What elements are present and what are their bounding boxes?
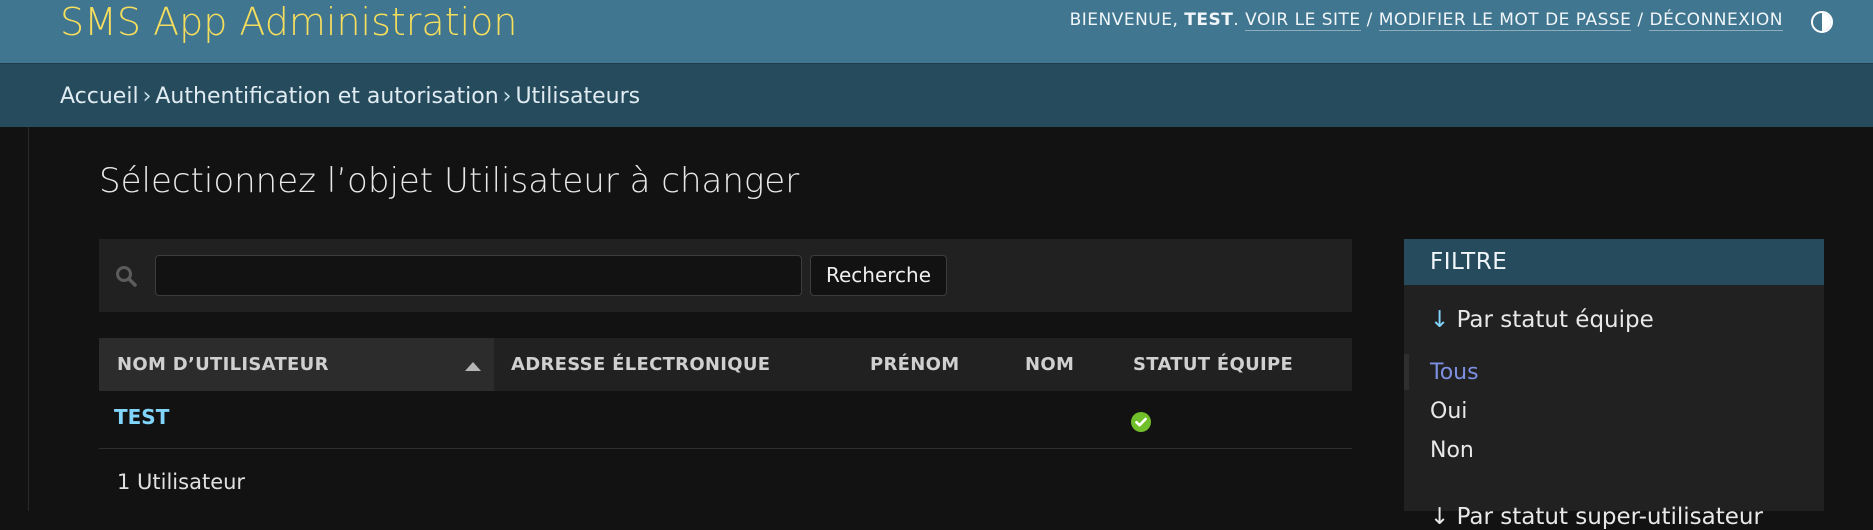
filter-option-no[interactable]: Non — [1430, 438, 1474, 463]
page-title: Sélectionnez l’objet Utilisateur à chang… — [99, 161, 800, 201]
username-link[interactable]: TEST — [114, 405, 169, 429]
search-icon — [116, 266, 137, 287]
half-circle-icon — [1822, 13, 1831, 31]
sort-ascending-icon[interactable] — [465, 362, 481, 371]
breadcrumb-separator: › — [142, 84, 152, 109]
breadcrumb-separator: › — [502, 84, 512, 109]
separator: / — [1366, 10, 1373, 30]
filter-group-title-next[interactable]: ↓ Par statut super-utilisateur — [1430, 504, 1763, 530]
filter-group-title[interactable]: ↓ Par statut équipe — [1430, 307, 1654, 333]
search-toolbar: Recherche — [99, 239, 1352, 312]
user-tools: BIENVENUE, TEST. VOIR LE SITE / MODIFIER… — [1069, 10, 1783, 31]
search-button[interactable]: Recherche — [810, 255, 947, 296]
column-header-first-name[interactable]: PRÉNOM — [870, 338, 959, 391]
change-password-link[interactable]: MODIFIER LE MOT DE PASSE — [1378, 10, 1632, 31]
filter-option-all[interactable]: Tous — [1430, 360, 1479, 385]
result-list-table: NOM D’UTILISATEUR ADRESSE ÉLECTRONIQUE P… — [99, 338, 1352, 494]
table-header: NOM D’UTILISATEUR ADRESSE ÉLECTRONIQUE P… — [99, 338, 1352, 391]
theme-toggle-button[interactable] — [1811, 11, 1833, 33]
arrow-down-icon: ↓ — [1430, 307, 1450, 333]
column-label: NOM D’UTILISATEUR — [117, 354, 329, 375]
filter-panel: FILTRE ↓ Par statut équipe Tous Oui Non … — [1404, 239, 1824, 530]
column-header-staff-status[interactable]: STATUT ÉQUIPE — [1133, 338, 1293, 391]
column-header-username[interactable]: NOM D’UTILISATEUR — [99, 338, 494, 391]
table-row: TEST — [99, 391, 1352, 449]
collapsed-nav-sidebar — [0, 127, 29, 511]
site-branding[interactable]: SMS App Administration — [60, 0, 517, 44]
filter-group-label: Par statut équipe — [1456, 307, 1654, 333]
breadcrumb-home[interactable]: Accueil — [60, 84, 139, 109]
breadcrumb: Accueil › Authentification et autorisation… — [0, 63, 1873, 127]
selected-indicator — [1404, 354, 1409, 390]
separator: / — [1637, 10, 1644, 30]
logout-link[interactable]: DÉCONNEXION — [1649, 10, 1783, 31]
breadcrumb-current: Utilisateurs — [515, 84, 641, 109]
result-count: 1 Utilisateur — [117, 470, 246, 494]
check-circle-icon — [1131, 412, 1151, 432]
search-input[interactable] — [155, 255, 802, 296]
column-header-email[interactable]: ADRESSE ÉLECTRONIQUE — [511, 338, 770, 391]
welcome-text: BIENVENUE, — [1069, 10, 1179, 30]
breadcrumb-auth[interactable]: Authentification et autorisation — [155, 84, 498, 109]
view-site-link[interactable]: VOIR LE SITE — [1245, 10, 1361, 31]
current-username: TEST — [1184, 10, 1234, 30]
filter-title: FILTRE — [1404, 239, 1824, 285]
column-header-last-name[interactable]: NOM — [1025, 338, 1074, 391]
filter-option-yes[interactable]: Oui — [1430, 399, 1467, 424]
header: SMS App Administration BIENVENUE, TEST. … — [0, 0, 1873, 63]
